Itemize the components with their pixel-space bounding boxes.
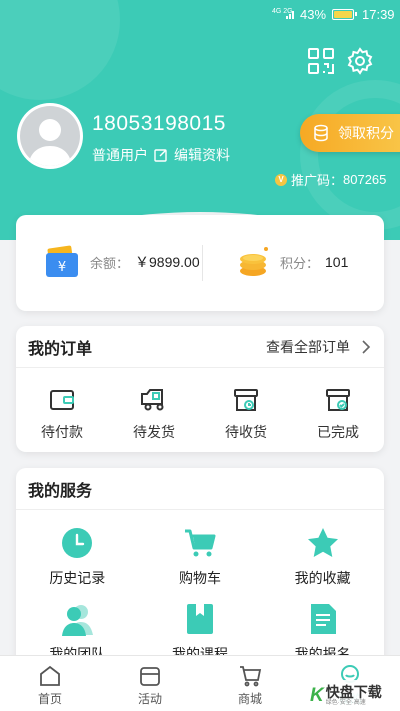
promo-code: 807265 <box>343 172 387 187</box>
service-label: 历史记录 <box>49 570 106 586</box>
verified-badge-icon: V <box>275 173 287 186</box>
qr-code-icon[interactable] <box>307 47 335 75</box>
coins-icon <box>314 124 328 142</box>
order-pending-payment[interactable]: 待付款 <box>22 386 102 442</box>
battery-icon <box>332 9 357 20</box>
user-phone: 18053198015 <box>92 112 226 135</box>
order-item-label: 待收货 <box>225 424 267 440</box>
tab-label: 首页 <box>37 692 62 706</box>
wallet-icon <box>50 390 74 410</box>
orders-card: 我的订单 查看全部订单 待付款 待发货 待收货 已完成 <box>16 326 384 452</box>
edit-icon[interactable] <box>154 148 168 162</box>
cart-icon <box>184 529 216 557</box>
order-completed[interactable]: 已完成 <box>298 386 378 442</box>
order-status-row: 待付款 待发货 待收货 已完成 <box>16 368 384 442</box>
tab-home[interactable]: 首页 <box>0 656 100 711</box>
points-value: 101 <box>325 254 349 270</box>
service-label: 我的收藏 <box>294 570 351 586</box>
order-pending-shipment[interactable]: 待发货 <box>114 386 194 442</box>
tab-shop[interactable]: 商城 <box>200 656 300 711</box>
orders-header: 我的订单 查看全部订单 <box>16 326 384 368</box>
order-pending-receipt[interactable]: 待收货 <box>206 386 286 442</box>
svg-text:¥: ¥ <box>58 260 66 275</box>
signal-icon <box>286 11 294 19</box>
service-label: 购物车 <box>178 570 221 586</box>
box-clock-icon <box>234 389 258 411</box>
home-icon <box>40 665 60 686</box>
order-item-label: 已完成 <box>317 424 359 440</box>
balance-card: ¥ 余额： ￥9899.00 积分： 101 <box>16 215 384 311</box>
edit-profile-link[interactable]: 编辑资料 <box>174 145 230 165</box>
service-cart[interactable]: 购物车 <box>139 526 262 602</box>
watermark-k-icon: K <box>310 684 324 706</box>
default-avatar-icon <box>28 119 72 166</box>
user-role: 普通用户 <box>92 147 148 163</box>
claim-points-label: 领取积分 <box>338 125 394 141</box>
balance-item[interactable]: ¥ 余额： ￥9899.00 <box>44 245 200 279</box>
coin-stack-icon <box>240 247 268 276</box>
shop-cart-icon <box>240 666 262 687</box>
team-icon <box>62 605 94 636</box>
user-role-row: 普通用户 编辑资料 <box>92 145 230 165</box>
header-decoration-ring <box>300 80 400 230</box>
status-bar: 4G 2G 43% 17:39 <box>0 0 400 30</box>
battery-percent: 43% <box>300 7 327 22</box>
tab-activity[interactable]: 活动 <box>100 656 200 711</box>
order-item-label: 待付款 <box>41 424 83 440</box>
form-icon <box>310 604 336 634</box>
service-favorites[interactable]: 我的收藏 <box>261 526 384 602</box>
clock-time: 17:39 <box>362 7 395 22</box>
services-grid: 历史记录 购物车 我的收藏 我的团队 我的课程 我的报名 <box>16 510 384 668</box>
avatar[interactable] <box>17 103 83 169</box>
points-item[interactable]: 积分： 101 <box>238 245 348 279</box>
gear-icon[interactable] <box>346 47 374 75</box>
wallet-yen-icon: ¥ <box>46 245 78 277</box>
claim-points-button[interactable]: 领取积分 <box>300 114 400 152</box>
clock-icon <box>62 528 93 558</box>
tab-label: 活动 <box>137 692 162 706</box>
orders-title: 我的订单 <box>28 340 93 358</box>
box-check-icon <box>326 389 350 411</box>
services-title: 我的服务 <box>28 482 93 500</box>
service-history[interactable]: 历史记录 <box>16 526 139 602</box>
truck-icon <box>141 389 164 411</box>
balance-divider <box>202 245 203 281</box>
chevron-right-icon <box>362 339 371 354</box>
promo-label: 推广码： <box>291 173 344 188</box>
balance-label: 余额： <box>90 255 130 271</box>
activity-icon <box>140 667 160 686</box>
watermark-tagline: 绿色·安全·高速 <box>325 699 366 706</box>
services-header: 我的服务 <box>16 468 384 510</box>
points-label: 积分： <box>280 255 320 271</box>
services-card: 我的服务 历史记录 购物车 我的收藏 我的团队 我的课程 我的报名 <box>16 468 384 668</box>
tab-label: 商城 <box>237 692 262 706</box>
watermark-logo: K 快盘下载 绿色·安全·高速 <box>310 680 400 711</box>
watermark-brand: 快盘下载 <box>325 683 382 700</box>
view-all-orders-label: 查看全部订单 <box>266 338 350 355</box>
order-item-label: 待发货 <box>133 424 175 440</box>
view-all-orders-link[interactable]: 查看全部订单 <box>266 337 372 357</box>
star-icon <box>307 528 338 557</box>
book-icon <box>186 604 213 634</box>
promo-code-row: V 推广码： 807265 <box>275 170 386 189</box>
balance-value: ￥9899.00 <box>135 254 200 270</box>
